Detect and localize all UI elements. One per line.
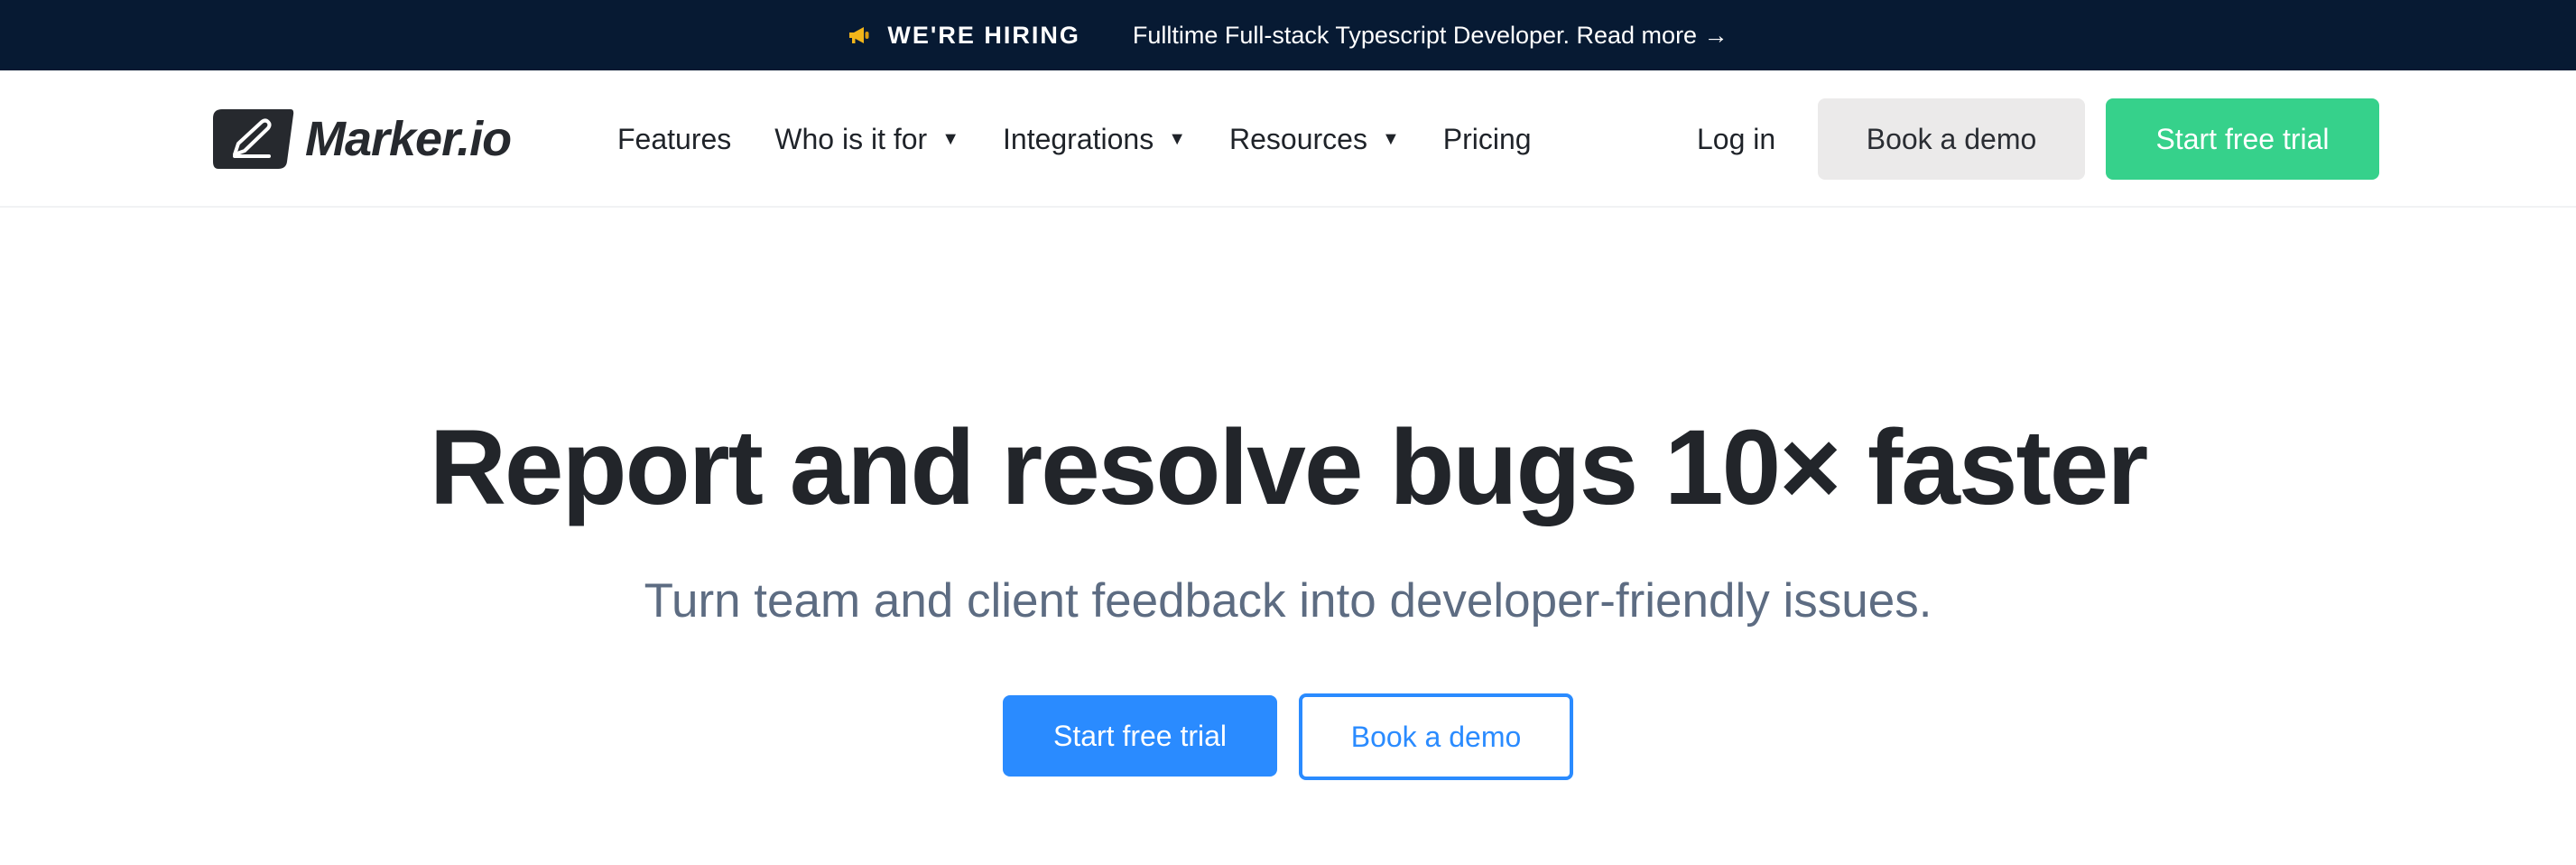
marker-io-logo[interactable]: Marker.io — [213, 108, 512, 170]
job-announcement-link[interactable]: Fulltime Full-stack Typescript Developer… — [1133, 22, 1728, 50]
caret-down-icon: ▼ — [941, 128, 959, 149]
login-link[interactable]: Log in — [1697, 70, 1775, 208]
megaphone-icon — [848, 25, 871, 45]
nav-item-label: Resources — [1229, 122, 1367, 155]
nav-item-who-is-it-for[interactable]: Who is it for ▼ — [774, 123, 959, 156]
hero-title: Report and resolve bugs 10× faster — [429, 408, 2149, 527]
logo-wordmark: Marker.io — [305, 112, 512, 166]
hero-start-free-trial-button[interactable]: Start free trial — [1003, 695, 1277, 777]
caret-down-icon: ▼ — [1381, 128, 1400, 149]
main-navigation: Marker.io Features Who is it for ▼ Integ… — [0, 70, 2576, 208]
nav-item-pricing[interactable]: Pricing — [1443, 123, 1532, 156]
nav-item-resources[interactable]: Resources ▼ — [1229, 123, 1400, 156]
nav-item-label: Pricing — [1442, 122, 1532, 155]
pen-logo-icon — [213, 109, 294, 169]
start-free-trial-button[interactable]: Start free trial — [2106, 98, 2379, 180]
nav-links: Features Who is it for ▼ Integrations ▼ … — [617, 70, 1575, 208]
book-demo-button[interactable]: Book a demo — [1818, 98, 2085, 180]
nav-item-features[interactable]: Features — [617, 123, 731, 156]
hero-subtitle: Turn team and client feedback into devel… — [644, 574, 1932, 628]
announcement-bar: WE'RE HIRING Fulltime Full-stack Typescr… — [0, 0, 2576, 70]
nav-item-label: Integrations — [1003, 122, 1154, 155]
hiring-label: WE'RE HIRING — [887, 21, 1080, 49]
nav-item-integrations[interactable]: Integrations ▼ — [1003, 123, 1186, 156]
caret-down-icon: ▼ — [1168, 128, 1187, 149]
nav-item-label: Features — [617, 122, 732, 155]
hero-book-demo-button[interactable]: Book a demo — [1299, 693, 1573, 780]
nav-item-label: Who is it for — [774, 122, 928, 155]
hero-cta-group: Start free trial Book a demo — [0, 693, 2576, 780]
